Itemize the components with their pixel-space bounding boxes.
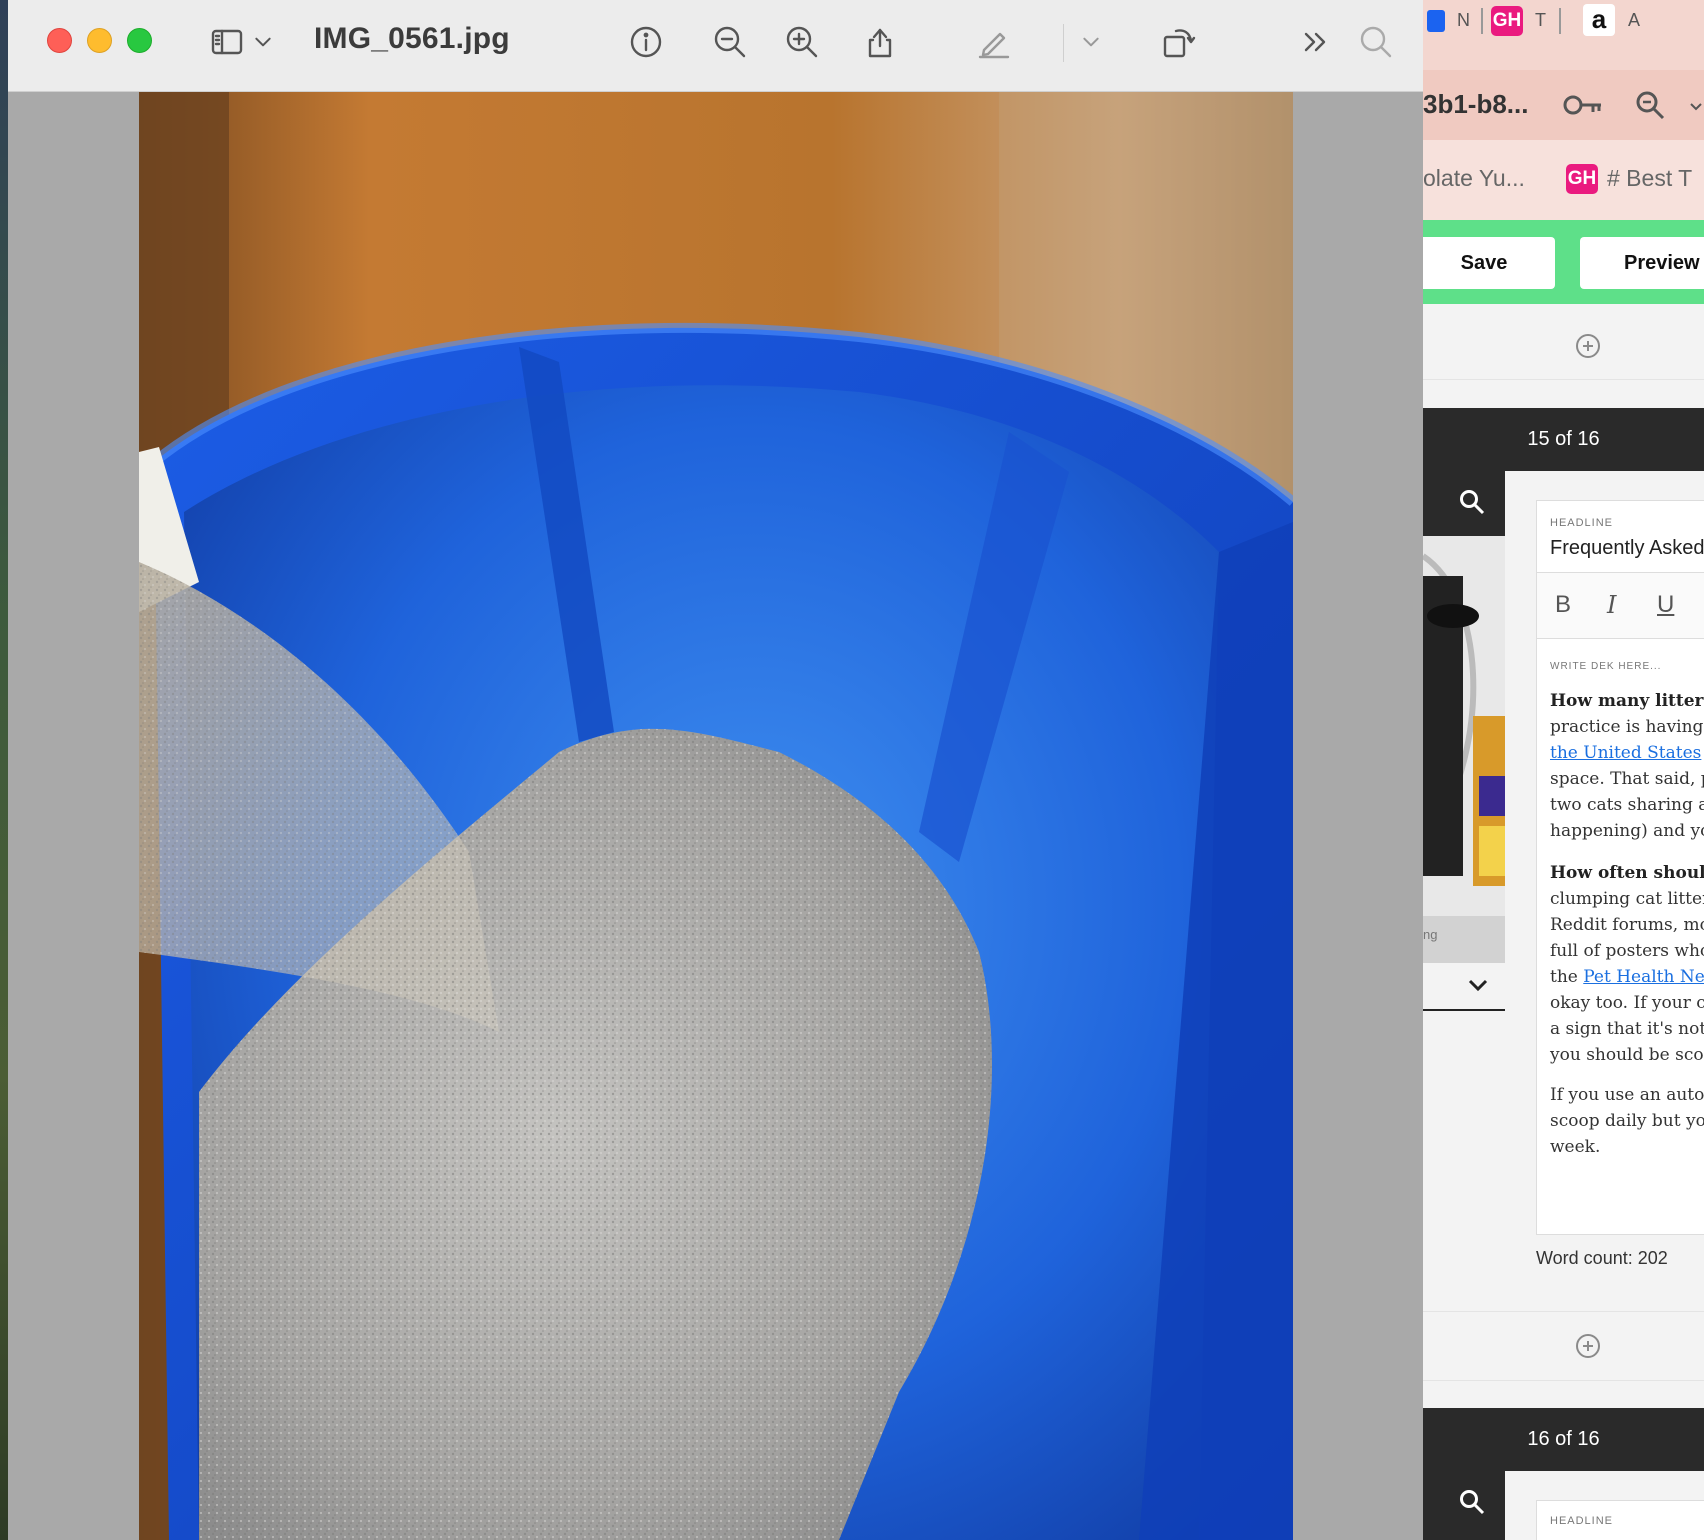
toolbar-divider: [1063, 24, 1064, 62]
headline-field[interactable]: HEADLINE: [1536, 1500, 1704, 1540]
dropbox-icon[interactable]: [1427, 10, 1445, 32]
maximize-window-button[interactable]: [127, 28, 152, 53]
bookmark-label[interactable]: A: [1628, 10, 1640, 31]
info-icon[interactable]: [624, 20, 668, 64]
body-text[interactable]: How many litter b practice is having c t…: [1550, 688, 1704, 1160]
slide-image-panel: ng: [1423, 471, 1505, 963]
italic-button[interactable]: I: [1607, 591, 1616, 619]
tab-label[interactable]: olate Yu...: [1423, 165, 1525, 192]
image-search-bar: [1423, 471, 1505, 536]
link[interactable]: Pet Health Netv: [1583, 967, 1704, 987]
slide-counter: 15 of 16: [1423, 408, 1704, 471]
gh-bookmark-icon[interactable]: GH: [1491, 6, 1523, 36]
share-icon[interactable]: [858, 20, 902, 64]
image-options-dropdown[interactable]: [1423, 963, 1505, 1011]
search-icon[interactable]: [1354, 20, 1398, 64]
more-icon[interactable]: [1294, 20, 1338, 64]
tab-label[interactable]: # Best T: [1607, 165, 1692, 192]
search-icon[interactable]: [1459, 489, 1485, 520]
desktop-wallpaper: [0, 0, 8, 1540]
zoom-in-icon[interactable]: [780, 20, 824, 64]
format-toolbar: B I U: [1537, 573, 1704, 639]
bookmark-label[interactable]: T: [1535, 10, 1546, 31]
chevron-down-icon[interactable]: [248, 20, 278, 64]
gh-tab-icon: GH: [1566, 164, 1598, 194]
dek-placeholder[interactable]: WRITE DEK HERE...: [1550, 661, 1661, 672]
zoom-out-icon[interactable]: [708, 20, 752, 64]
bold-button[interactable]: B: [1555, 591, 1571, 619]
chevron-down-icon[interactable]: [1689, 100, 1703, 119]
headline-field[interactable]: HEADLINE Frequently Asked: [1537, 501, 1704, 573]
slide-counter: 16 of 16: [1423, 1408, 1704, 1471]
add-slide-icon[interactable]: [1576, 1334, 1600, 1358]
markup-pen-icon[interactable]: [972, 20, 1016, 64]
close-window-button[interactable]: [47, 28, 72, 53]
minimize-window-button[interactable]: [87, 28, 112, 53]
headline-input[interactable]: Frequently Asked: [1550, 537, 1704, 560]
browser-window: N GH T a A 3b1-b8... olate Yu... GH # Be…: [1423, 0, 1704, 1540]
document-title: IMG_0561.jpg: [314, 22, 510, 55]
save-button[interactable]: Save: [1423, 237, 1555, 289]
url-fragment: 3b1-b8...: [1423, 89, 1529, 119]
chevron-down-icon[interactable]: [1076, 20, 1106, 64]
add-slide-icon[interactable]: [1576, 334, 1600, 358]
preview-toolbar: IMG_0561.jpg: [8, 0, 1423, 92]
rotate-icon[interactable]: [1156, 20, 1200, 64]
slide-editor-card: HEADLINE Frequently Asked B I U WRITE DE…: [1536, 500, 1704, 1235]
search-icon[interactable]: [1459, 1489, 1485, 1520]
sidebar-icon[interactable]: [205, 20, 249, 64]
search-icon[interactable]: [1635, 90, 1665, 125]
preview-window: IMG_0561.jpg: [8, 0, 1423, 1540]
tab-bar: olate Yu... GH # Best T: [1423, 140, 1704, 220]
chevron-down-icon[interactable]: [1467, 977, 1489, 998]
key-icon[interactable]: [1563, 92, 1603, 123]
image-search-bar: [1423, 1471, 1505, 1540]
image-caption: ng: [1423, 927, 1438, 942]
bookmarks-bar: N GH T a A: [1423, 0, 1704, 44]
underline-button[interactable]: U: [1657, 591, 1674, 619]
amazon-bookmark-icon[interactable]: a: [1583, 4, 1615, 36]
link[interactable]: the United States: [1550, 743, 1701, 763]
photo-litter-bin: [139, 92, 1293, 1540]
word-count: Word count: 202: [1536, 1248, 1668, 1268]
address-bar[interactable]: 3b1-b8...: [1423, 70, 1704, 140]
preview-button[interactable]: Preview: [1580, 237, 1704, 289]
